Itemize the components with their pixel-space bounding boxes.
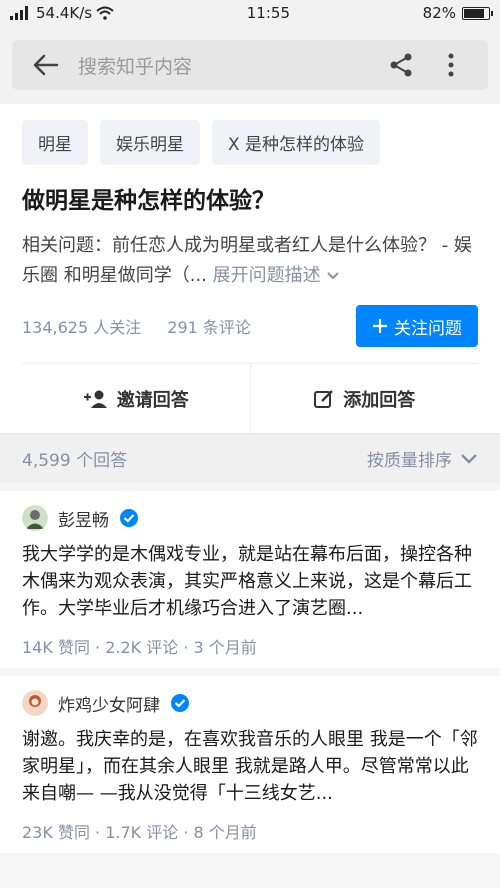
topic-tag[interactable]: 娱乐明星 (100, 120, 200, 165)
answer-item[interactable]: 彭昱畅 我大学学的是木偶戏专业，就是站在幕布后面，操控各种木偶来为观众表演，其实… (0, 491, 500, 668)
comment-count[interactable]: 291 条评论 (167, 314, 251, 338)
answer-author[interactable]: 彭昱畅 (22, 505, 478, 531)
chevron-down-icon (461, 453, 477, 464)
network-speed: 54.4K/s (36, 4, 93, 22)
answer-meta: 14K 赞同 · 2.2K 评论 · 3 个月前 (22, 638, 257, 657)
invite-answer-label: 邀请回答 (116, 389, 189, 411)
edit-icon (314, 389, 334, 408)
plus-icon (373, 319, 387, 333)
clock: 11:55 (246, 4, 290, 22)
answer-item[interactable]: 炸鸡少女阿肆 谢邀。我庆幸的是，在喜欢我音乐的人眼里 我是一个「邻家明星」，而在… (0, 676, 500, 853)
search-header: 搜索知乎内容 (0, 26, 500, 104)
more-options-button[interactable] (426, 53, 476, 77)
signal-icon (10, 6, 28, 20)
expand-description-link[interactable]: 展开问题描述 (213, 265, 341, 286)
share-button[interactable] (376, 52, 426, 78)
topic-tag[interactable]: 明星 (22, 120, 88, 165)
chevron-down-icon (327, 272, 340, 280)
answer-excerpt[interactable]: 谢邀。我庆幸的是，在喜欢我音乐的人眼里 我是一个「邻家明星」，而在其余人眼里 我… (22, 726, 478, 807)
question-title[interactable]: 做明星是种怎样的体验？ (22, 185, 478, 217)
topic-tags: 明星 娱乐明星 X 是种怎样的体验 (22, 120, 478, 165)
follower-count: 134,625 人关注 (22, 318, 142, 337)
status-bar: 54.4K/s 11:55 82% (0, 0, 500, 26)
question-description[interactable]: 相关问题：前任恋人成为明星或者红人是什么体验？ - 娱乐圈 和明星做同学（...… (22, 231, 478, 291)
add-answer-button[interactable]: 添加回答 (249, 364, 479, 433)
verified-badge-icon (171, 694, 189, 712)
answer-author[interactable]: 炸鸡少女阿肆 (22, 690, 478, 716)
answer-excerpt[interactable]: 我大学学的是木偶戏专业，就是站在幕布后面，操控各种木偶来为观众表演，其实严格意义… (22, 541, 478, 622)
expand-label: 展开问题描述 (212, 265, 321, 286)
question-card: 明星 娱乐明星 X 是种怎样的体验 做明星是种怎样的体验？ 相关问题：前任恋人成… (0, 104, 500, 433)
author-name[interactable]: 彭昱畅 (58, 506, 109, 531)
sort-dropdown[interactable]: 按质量排序 (367, 446, 478, 471)
sort-label: 按质量排序 (367, 451, 452, 471)
author-name[interactable]: 炸鸡少女阿肆 (58, 691, 160, 716)
topic-tag[interactable]: X 是种怎样的体验 (212, 120, 381, 165)
answer-count: 4,599 个回答 (22, 451, 128, 471)
battery-icon (462, 6, 493, 20)
search-input[interactable]: 搜索知乎内容 (68, 52, 376, 79)
answer-actions: 邀请回答 添加回答 (22, 363, 478, 433)
back-button[interactable] (24, 54, 68, 76)
answer-meta: 23K 赞同 · 1.7K 评论 · 8 个月前 (22, 823, 257, 842)
search-bar[interactable]: 搜索知乎内容 (12, 40, 488, 90)
avatar[interactable] (22, 690, 48, 716)
verified-badge-icon (120, 509, 138, 527)
add-answer-label: 添加回答 (343, 389, 416, 411)
answers-header: 4,599 个回答 按质量排序 (0, 433, 500, 483)
question-stats: 134,625 人关注 291 条评论 关注问题 (22, 305, 478, 363)
share-icon (390, 53, 412, 77)
back-arrow-icon (33, 54, 59, 76)
follow-question-button[interactable]: 关注问题 (356, 305, 478, 347)
wifi-icon (96, 6, 114, 20)
more-vertical-icon (448, 53, 454, 77)
battery-percent: 82% (422, 4, 456, 22)
avatar[interactable] (22, 505, 48, 531)
invite-answer-button[interactable]: 邀请回答 (22, 364, 250, 433)
invite-user-icon (83, 390, 107, 408)
follow-button-label: 关注问题 (394, 318, 462, 339)
